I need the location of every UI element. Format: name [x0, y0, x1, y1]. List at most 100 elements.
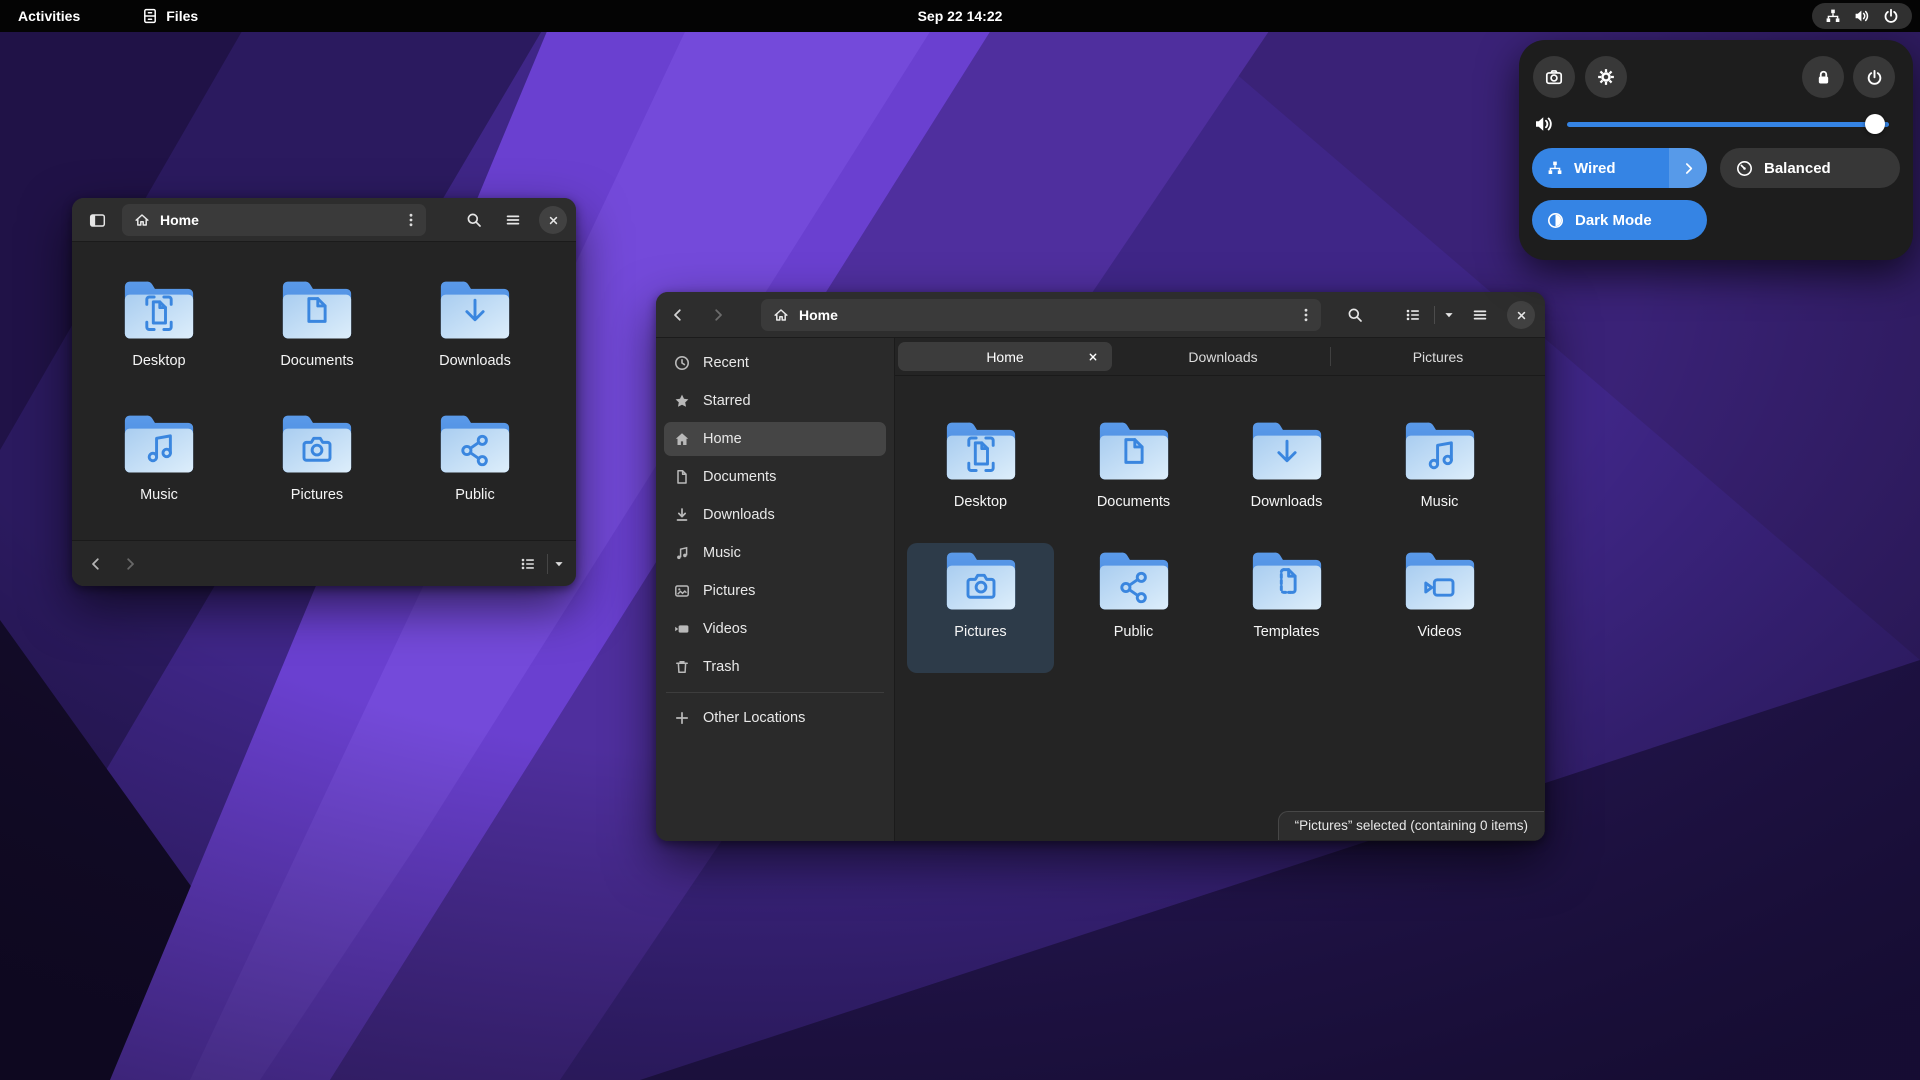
wired-expand-button[interactable] — [1669, 148, 1707, 188]
headerbar: Home — [656, 292, 1545, 338]
sidebar-item-videos[interactable]: Videos — [664, 612, 886, 646]
folder-label: Videos — [1417, 624, 1462, 640]
folder-icon — [124, 415, 194, 473]
sidebar-item-other-locations[interactable]: Other Locations — [664, 701, 886, 735]
app-menu-button[interactable]: Files — [124, 0, 216, 32]
view-mode-button[interactable] — [1397, 299, 1429, 331]
folder-pictures[interactable]: Pictures — [907, 543, 1054, 673]
dark-mode-label: Dark Mode — [1575, 211, 1652, 229]
sidebar-item-documents[interactable]: Documents — [664, 460, 886, 494]
volume-slider-handle[interactable] — [1865, 114, 1885, 134]
folder-documents[interactable]: Documents — [1060, 413, 1207, 543]
folder-public[interactable]: Public — [400, 406, 550, 540]
folder-label: Downloads — [439, 353, 511, 369]
tab-label: Pictures — [1412, 348, 1464, 365]
settings-button[interactable] — [1585, 56, 1627, 98]
folder-label: Documents — [280, 353, 354, 369]
folder-icon — [1099, 552, 1168, 610]
forward-button[interactable] — [702, 299, 734, 331]
sidebar-toggle-button[interactable] — [80, 204, 114, 236]
power-button[interactable] — [1853, 56, 1895, 98]
view-options-button[interactable] — [548, 548, 570, 580]
close-button[interactable] — [539, 206, 567, 234]
sidebar-item-trash[interactable]: Trash — [664, 650, 886, 684]
tab-close-button[interactable] — [1083, 347, 1103, 367]
video-icon — [674, 621, 690, 637]
sidebar-divider — [666, 692, 884, 693]
folder-documents[interactable]: Documents — [242, 272, 392, 406]
view-options-button[interactable] — [1437, 299, 1461, 331]
sidebar-item-starred[interactable]: Starred — [664, 384, 886, 418]
volume-slider[interactable] — [1567, 122, 1889, 127]
folder-music[interactable]: Music — [1366, 413, 1513, 543]
dark-mode-toggle[interactable]: Dark Mode — [1532, 200, 1707, 240]
folder-downloads[interactable]: Downloads — [1213, 413, 1360, 543]
network-wired-icon — [1547, 160, 1563, 176]
folder-icon — [440, 415, 510, 473]
top-bar: Activities Files Sep 22 14:22 — [0, 0, 1920, 32]
sidebar-item-pictures[interactable]: Pictures — [664, 574, 886, 608]
forward-button[interactable] — [114, 548, 146, 580]
path-bar[interactable]: Home — [761, 299, 1321, 331]
power-profile-toggle[interactable]: Balanced — [1720, 148, 1900, 188]
folder-icon — [946, 552, 1015, 610]
volume-icon — [1534, 114, 1554, 134]
search-button[interactable] — [1339, 299, 1371, 331]
lock-icon — [1815, 69, 1832, 86]
power-icon — [1883, 8, 1899, 24]
folder-desktop[interactable]: Desktop — [907, 413, 1054, 543]
lock-button[interactable] — [1802, 56, 1844, 98]
folder-icon — [1405, 552, 1474, 610]
bottom-toolbar — [72, 540, 576, 586]
activities-button[interactable]: Activities — [0, 0, 98, 32]
path-label: Home — [160, 212, 199, 228]
sidebar-item-home[interactable]: Home — [664, 422, 886, 456]
sidebar-item-downloads[interactable]: Downloads — [664, 498, 886, 532]
folder-label: Public — [1113, 624, 1154, 640]
close-button[interactable] — [1507, 301, 1535, 329]
music-icon — [674, 545, 690, 561]
path-bar[interactable]: Home — [122, 204, 426, 236]
tab-home[interactable]: Home — [898, 342, 1112, 371]
view-mode-button[interactable] — [512, 548, 544, 580]
screenshot-button[interactable] — [1533, 56, 1575, 98]
chevron-right-icon — [1681, 161, 1696, 176]
folder-templates[interactable]: Templates — [1213, 543, 1360, 673]
menu-button[interactable] — [497, 204, 529, 236]
path-menu-button[interactable] — [396, 204, 426, 236]
sidebar-item-label: Other Locations — [703, 710, 806, 726]
folder-icon — [1405, 422, 1474, 480]
wired-toggle[interactable]: Wired — [1532, 148, 1707, 188]
folder-pictures[interactable]: Pictures — [242, 406, 392, 540]
sidebar-item-music[interactable]: Music — [664, 536, 886, 570]
folder-videos[interactable]: Videos — [1366, 543, 1513, 673]
sidebar-item-label: Recent — [703, 355, 749, 371]
tab-pictures[interactable]: Pictures — [1331, 338, 1545, 375]
clock-button[interactable]: Sep 22 14:22 — [918, 0, 1003, 32]
sidebar-item-label: Documents — [703, 469, 777, 485]
star-icon — [674, 393, 690, 409]
clock-icon — [674, 355, 690, 371]
menu-button[interactable] — [1464, 299, 1496, 331]
app-menu-label: Files — [166, 8, 199, 24]
folder-label: Desktop — [132, 353, 186, 369]
sidebar-item-label: Music — [703, 545, 741, 561]
folder-icon — [1252, 422, 1321, 480]
folder-label: Music — [140, 487, 178, 503]
hamburger-icon — [1472, 307, 1488, 323]
chevron-right-icon — [710, 307, 726, 323]
folder-public[interactable]: Public — [1060, 543, 1207, 673]
search-button[interactable] — [458, 204, 490, 236]
back-button[interactable] — [662, 299, 694, 331]
tab-downloads[interactable]: Downloads — [1116, 338, 1330, 375]
back-button[interactable] — [80, 548, 112, 580]
folder-music[interactable]: Music — [84, 406, 234, 540]
folder-downloads[interactable]: Downloads — [400, 272, 550, 406]
sidebar-item-label: Pictures — [703, 583, 756, 599]
folder-desktop[interactable]: Desktop — [84, 272, 234, 406]
path-menu-button[interactable] — [1291, 299, 1321, 331]
sidebar-item-recent[interactable]: Recent — [664, 346, 886, 380]
sidebar-item-label: Home — [703, 431, 742, 447]
camera-icon — [1545, 68, 1563, 86]
system-tray-button[interactable] — [1812, 3, 1912, 29]
